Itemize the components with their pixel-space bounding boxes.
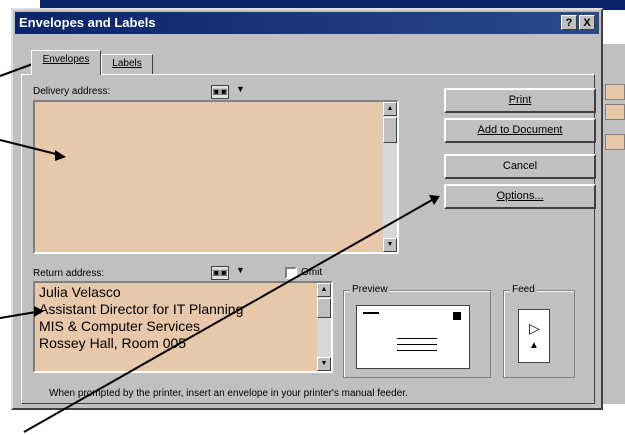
arrow-line <box>0 139 61 156</box>
arrow-head <box>34 306 44 317</box>
tab-envelopes[interactable]: Envelopes <box>31 50 101 75</box>
arrow-line <box>23 199 433 433</box>
arrow-line <box>0 311 37 319</box>
arrow-head <box>55 150 66 161</box>
tab-envelopes-label: Envelopes <box>42 54 90 65</box>
